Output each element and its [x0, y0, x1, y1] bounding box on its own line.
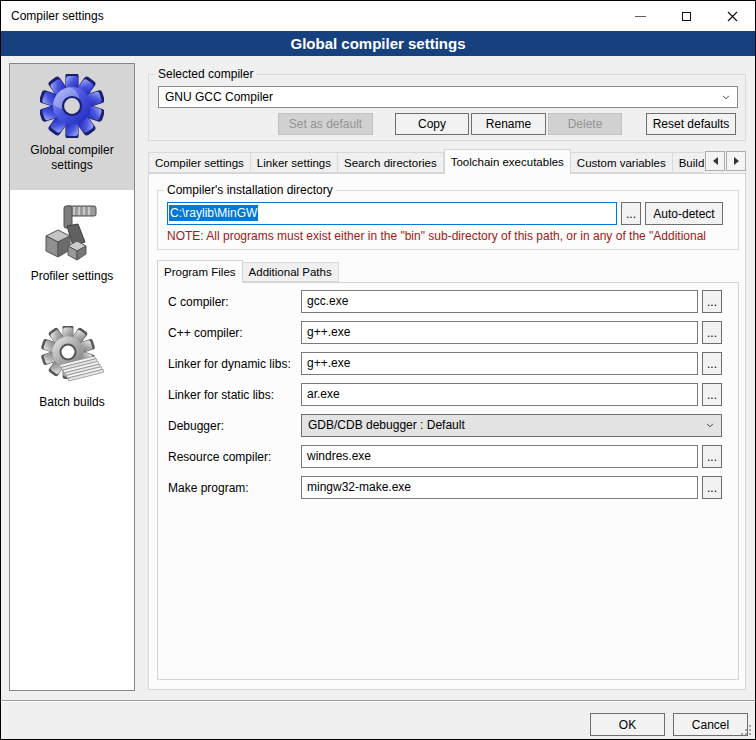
c-compiler-value: gcc.exe: [307, 294, 348, 308]
c-compiler-input[interactable]: gcc.exe: [301, 290, 698, 313]
resource-compiler-row: Resource compiler: windres.exe ...: [168, 445, 722, 468]
set-as-default-button[interactable]: Set as default: [278, 113, 373, 135]
static-linker-browse-button[interactable]: ...: [702, 383, 722, 406]
dynamic-linker-row: Linker for dynamic libs: g++.exe ...: [168, 352, 722, 375]
sidebar-item-profiler-settings[interactable]: Profiler settings: [10, 190, 134, 316]
dynamic-linker-input[interactable]: g++.exe: [301, 352, 698, 375]
profiler-settings-icon: [40, 200, 104, 264]
tab-build-options[interactable]: Build options: [673, 152, 704, 173]
arrow-right-icon: [734, 157, 739, 165]
tab-scroll-left-button[interactable]: [705, 151, 725, 171]
static-linker-input[interactable]: ar.exe: [301, 383, 698, 406]
tab-toolchain-executables[interactable]: Toolchain executables: [444, 149, 571, 174]
sidebar-item-label: Global compiler settings: [14, 143, 130, 173]
reset-defaults-button[interactable]: Reset defaults: [646, 113, 736, 135]
debugger-label: Debugger:: [168, 419, 301, 433]
tab-additional-paths[interactable]: Additional Paths: [243, 262, 339, 282]
compiler-select-value: GNU GCC Compiler: [165, 90, 273, 104]
chevron-down-icon: [706, 423, 714, 428]
installation-note: NOTE: All programs must exist either in …: [167, 229, 736, 243]
tab-compiler-settings[interactable]: Compiler settings: [148, 152, 251, 173]
static-linker-label: Linker for static libs:: [168, 388, 301, 402]
static-linker-row: Linker for static libs: ar.exe ...: [168, 383, 722, 406]
dialog-header: Global compiler settings: [1, 31, 755, 56]
installation-directory-input[interactable]: C:\raylib\MinGW: [167, 202, 617, 225]
c-compiler-label: C compiler:: [168, 295, 301, 309]
auto-detect-button[interactable]: Auto-detect: [645, 202, 723, 225]
window-title: Compiler settings: [11, 9, 104, 23]
ok-button[interactable]: OK: [590, 713, 665, 736]
tab-search-directories[interactable]: Search directories: [338, 152, 444, 173]
tab-scroll-buttons: [704, 151, 746, 171]
resource-compiler-browse-button[interactable]: ...: [702, 445, 722, 468]
files-tabstrip: Program FilesAdditional Paths: [157, 260, 339, 285]
minimize-icon: [635, 16, 646, 17]
dynamic-linker-browse-button[interactable]: ...: [702, 352, 722, 375]
compiler-select[interactable]: GNU GCC Compiler: [158, 86, 738, 108]
program-files-panel: C compiler: gcc.exe ... C++ compiler: g+…: [157, 282, 739, 680]
global-compiler-settings-icon: [40, 74, 104, 138]
sidebar-item-label: Batch builds: [14, 395, 130, 410]
installation-directory-legend: Compiler's installation directory: [164, 183, 336, 197]
sidebar-item-batch-builds[interactable]: Batch builds: [10, 316, 134, 442]
make-program-value: mingw32-make.exe: [307, 480, 411, 494]
maximize-button[interactable]: [663, 1, 709, 31]
cpp-compiler-input[interactable]: g++.exe: [301, 321, 698, 344]
batch-builds-icon: [40, 326, 104, 390]
resource-compiler-value: windres.exe: [307, 449, 371, 463]
compiler-buttons-row: Set as default Copy Rename Delete Reset …: [158, 113, 736, 135]
tab-scroll-right-button[interactable]: [726, 151, 746, 171]
browse-directory-button[interactable]: ...: [621, 202, 641, 225]
dynamic-linker-value: g++.exe: [307, 356, 350, 370]
cpp-compiler-value: g++.exe: [307, 325, 350, 339]
installation-directory-row: C:\raylib\MinGW ... Auto-detect: [167, 202, 723, 225]
sidebar-item-global-compiler-settings[interactable]: Global compiler settings: [10, 64, 134, 190]
compiler-settings-window: Compiler settings Global compiler settin…: [0, 0, 756, 740]
arrow-left-icon: [713, 157, 718, 165]
selected-compiler-group: Selected compiler GNU GCC Compiler Set a…: [148, 67, 746, 141]
minimize-button[interactable]: [617, 1, 663, 31]
debugger-row: Debugger: GDB/CDB debugger : Default: [168, 414, 722, 437]
titlebar: Compiler settings: [1, 1, 755, 31]
make-program-input[interactable]: mingw32-make.exe: [301, 476, 698, 499]
resource-compiler-label: Resource compiler:: [168, 450, 301, 464]
close-icon: [727, 11, 738, 22]
cancel-button[interactable]: Cancel: [673, 713, 748, 736]
close-button[interactable]: [709, 1, 755, 31]
footer-divider: [1, 700, 755, 702]
static-linker-value: ar.exe: [307, 387, 340, 401]
settings-category-list: Global compiler settings Profiler settin…: [9, 63, 135, 691]
tab-custom-variables[interactable]: Custom variables: [571, 152, 673, 173]
toolchain-executables-panel: Compiler's installation directory C:\ray…: [148, 173, 746, 690]
tab-linker-settings[interactable]: Linker settings: [251, 152, 338, 173]
debugger-value: GDB/CDB debugger : Default: [308, 418, 465, 432]
make-program-browse-button[interactable]: ...: [702, 476, 722, 499]
settings-tabstrip: Compiler settingsLinker settingsSearch d…: [148, 149, 704, 174]
cpp-compiler-browse-button[interactable]: ...: [702, 321, 722, 344]
copy-button[interactable]: Copy: [395, 113, 469, 135]
make-program-label: Make program:: [168, 481, 301, 495]
chevron-down-icon: [722, 95, 730, 100]
dynamic-linker-label: Linker for dynamic libs:: [168, 357, 301, 371]
dialog-header-title: Global compiler settings: [290, 35, 465, 52]
sidebar-item-label: Profiler settings: [14, 269, 130, 284]
installation-directory-value: C:\raylib\MinGW: [169, 205, 258, 221]
resource-compiler-input[interactable]: windres.exe: [301, 445, 698, 468]
debugger-select[interactable]: GDB/CDB debugger : Default: [301, 414, 722, 437]
selected-compiler-legend: Selected compiler: [155, 67, 256, 81]
window-controls: [617, 1, 755, 31]
cpp-compiler-row: C++ compiler: g++.exe ...: [168, 321, 722, 344]
cpp-compiler-label: C++ compiler:: [168, 326, 301, 340]
maximize-icon: [682, 12, 691, 21]
rename-button[interactable]: Rename: [471, 113, 546, 135]
c-compiler-row: C compiler: gcc.exe ...: [168, 290, 722, 313]
resize-grip[interactable]: [741, 725, 751, 735]
make-program-row: Make program: mingw32-make.exe ...: [168, 476, 722, 499]
tab-program-files[interactable]: Program Files: [157, 260, 243, 283]
c-compiler-browse-button[interactable]: ...: [702, 290, 722, 313]
installation-directory-group: Compiler's installation directory C:\ray…: [157, 183, 739, 250]
delete-button[interactable]: Delete: [548, 113, 622, 135]
